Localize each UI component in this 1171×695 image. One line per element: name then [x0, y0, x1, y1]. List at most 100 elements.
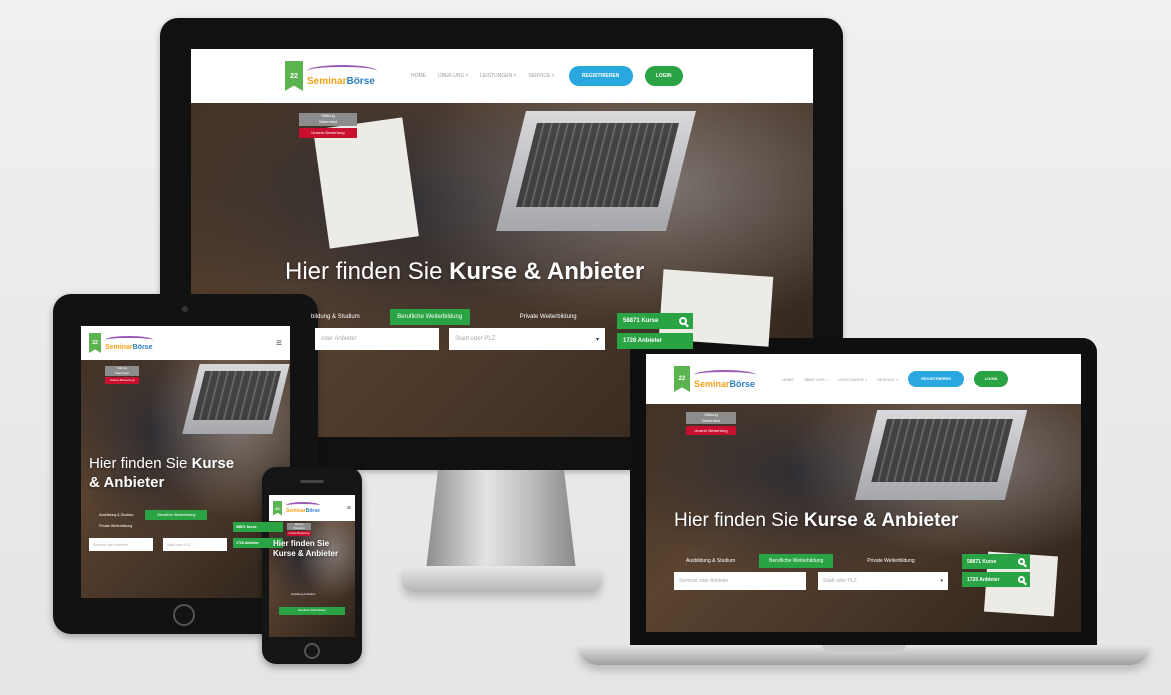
laptop-notch	[822, 645, 906, 652]
tab-private-weiterbildung[interactable]: Private Weiterbildung	[99, 524, 132, 528]
hero-title-regular: Hier finden Sie	[273, 539, 330, 548]
monitor-stand-base	[402, 566, 602, 592]
hero-section: Stiftung Warentest Unsere Bewertung Hier…	[81, 360, 290, 598]
courses-count-button[interactable]: 58871 Kurse	[962, 554, 1030, 569]
tab-ausbildung[interactable]: Ausbildung & Studium	[291, 593, 316, 596]
logo-text: SeminarBörse	[286, 502, 320, 514]
menu-services[interactable]: LEISTUNGEN ˅	[480, 73, 516, 79]
category-tabs: Ausbildung & Studium	[291, 593, 316, 596]
tab-berufliche-weiterbildung[interactable]: Berufliche Weiterbildung	[389, 309, 470, 325]
search-icon	[679, 317, 687, 325]
logo-badge-icon: 22	[674, 366, 690, 392]
courses-count-label: 58871 Kurse	[623, 318, 659, 324]
menu-service[interactable]: SERVICE ˅	[528, 73, 554, 79]
hero-title: Hier finden Sie Kurse & Anbieter	[89, 454, 289, 492]
monitor-stand-neck	[426, 470, 576, 570]
rating-badge[interactable]: Unsere Bewertung	[686, 426, 736, 435]
city-select[interactable]: Stadt oder PLZ ▾	[818, 572, 948, 590]
website-laptop: 22 SeminarBörse HOME ÜBER UNS ˅ LEISTUNG…	[646, 354, 1081, 632]
category-tabs: bildung & Studium Berufliche Weiterbildu…	[311, 309, 577, 325]
courses-count-button[interactable]: 58871 Kurse	[233, 522, 283, 532]
tab-ausbildung[interactable]: Ausbildung & Studium	[99, 513, 133, 517]
menu-home[interactable]: HOME	[782, 377, 794, 382]
hero-title-regular: Hier finden Sie	[285, 258, 450, 285]
logo-badge-icon: 22	[285, 61, 303, 91]
search-icon	[1018, 576, 1025, 583]
logo-badge-text: 22	[275, 505, 280, 511]
register-button[interactable]: REGISTRIEREN	[908, 371, 965, 387]
main-menu: HOME ÜBER UNS ˅ LEISTUNGEN ˅ SERVICE ˅	[782, 377, 898, 382]
category-tabs: Ausbildung & Studium Berufliche Weiterbi…	[99, 510, 208, 520]
courses-count-button[interactable]: 58871 Kurse	[617, 313, 693, 329]
menu-home[interactable]: HOME	[411, 73, 426, 79]
warentest-badge: Stiftung Warentest	[686, 412, 736, 424]
city-select[interactable]: Stadt oder PLZ	[163, 538, 227, 551]
hero-title: Hier finden Sie Kurse & Anbieter	[674, 510, 958, 532]
rating-badge[interactable]: Unsere Bewertung	[299, 128, 357, 138]
login-button[interactable]: LOGIN	[644, 66, 683, 86]
tab-private-weiterbildung[interactable]: Private Weiterbildung	[520, 314, 577, 320]
site-logo[interactable]: 22 SeminarBörse	[89, 333, 153, 353]
rating-badge[interactable]: Unsere Bewertung	[287, 531, 311, 536]
category-tabs-row2: Private Weiterbildung	[99, 524, 132, 528]
warentest-badge: Stiftung Warentest	[105, 366, 139, 376]
city-select-value: Stadt oder PLZ	[455, 336, 496, 342]
logo-text: SeminarBörse	[694, 369, 756, 389]
logo-text: SeminarBörse	[105, 335, 153, 351]
city-select[interactable]: Stadt oder PLZ ▾	[449, 328, 605, 350]
warentest-badge: Stiftung Warentest	[287, 523, 311, 530]
responsive-showcase: 22 SeminarBörse HOME ÜBER UNS ˅ LEISTUNG…	[0, 0, 1171, 695]
search-input[interactable]: Seminar oder Anbieter	[89, 538, 153, 551]
hero-laptop-photo	[854, 410, 1028, 500]
search-input[interactable]: oder Anbieter	[315, 328, 439, 350]
search-icon	[1018, 558, 1025, 565]
register-button[interactable]: REGISTRIEREN	[568, 66, 633, 86]
courses-count-label: 58871 Kurse	[967, 558, 997, 565]
menu-services[interactable]: LEISTUNGEN ˅	[838, 377, 867, 382]
tablet-home-button	[173, 604, 195, 626]
site-logo[interactable]: 22 SeminarBörse	[674, 366, 756, 392]
hero-title-bold: Kurse & Anbieter	[449, 258, 645, 285]
hero-laptop-photo	[496, 111, 696, 231]
hero-title-bold: Kurse & Anbieter	[273, 549, 339, 558]
courses-count-label: 58871 Kurse	[236, 525, 257, 529]
menu-service[interactable]: SERVICE ˅	[877, 377, 898, 382]
logo-text-a: Seminar	[694, 378, 730, 389]
logo-badge-icon: 22	[89, 333, 101, 353]
hero-title-bold-line2: & Anbieter	[89, 474, 165, 491]
site-logo[interactable]: 22 SeminarBörse	[273, 500, 320, 516]
logo-text-b: Börse	[305, 508, 320, 514]
menu-about[interactable]: ÜBER UNS ˅	[438, 73, 468, 79]
tablet-screen: 22 SeminarBörse ≡ Stiftung Warentest Uns…	[81, 326, 290, 598]
providers-count-button[interactable]: 1726 Anbieter	[617, 333, 693, 349]
site-header: 22 SeminarBörse ≡	[269, 495, 355, 521]
category-tabs-row2: Berufliche Weiterbildung	[279, 607, 345, 615]
logo-text-a: Seminar	[105, 343, 133, 351]
providers-count-label: 1726 Anbieter	[967, 576, 1000, 583]
tab-ausbildung[interactable]: bildung & Studium	[311, 314, 360, 320]
providers-count-button[interactable]: 1726 Anbieter	[962, 572, 1030, 587]
menu-about[interactable]: ÜBER UNS ˅	[804, 377, 828, 382]
logo-badge-icon: 22	[273, 500, 282, 516]
hero-laptop-photo	[182, 364, 290, 434]
tab-private-weiterbildung[interactable]: Private Weiterbildung	[867, 558, 914, 564]
hamburger-menu-icon[interactable]: ≡	[347, 505, 351, 512]
logo-badge-text: 22	[92, 340, 98, 346]
logo-badge-text: 22	[678, 376, 686, 382]
site-logo[interactable]: 22 SeminarBörse	[285, 61, 377, 91]
website-tablet: 22 SeminarBörse ≡ Stiftung Warentest Uns…	[81, 326, 290, 598]
site-header: 22 SeminarBörse HOME ÜBER UNS ˅ LEISTUNG…	[191, 49, 813, 103]
hamburger-menu-icon[interactable]: ≡	[276, 338, 282, 349]
tab-ausbildung[interactable]: Ausbildung & Studium	[686, 558, 735, 564]
login-button[interactable]: LOGIN	[974, 371, 1009, 387]
tab-berufliche-weiterbildung[interactable]: Berufliche Weiterbildung	[279, 607, 345, 615]
rating-badge[interactable]: Unsere Bewertung	[105, 377, 139, 384]
providers-count-label: 1726 Anbieter	[236, 541, 259, 545]
logo-text-a: Seminar	[307, 76, 347, 87]
providers-count-label: 1726 Anbieter	[623, 338, 663, 344]
tab-berufliche-weiterbildung[interactable]: Berufliche Weiterbildung	[145, 510, 208, 520]
search-input[interactable]: Seminar oder Anbieter	[674, 572, 806, 590]
warentest-badge: Stiftung Warentest	[299, 113, 357, 126]
site-header: 22 SeminarBörse ≡	[81, 326, 290, 360]
tab-berufliche-weiterbildung[interactable]: Berufliche Weiterbildung	[759, 554, 834, 568]
